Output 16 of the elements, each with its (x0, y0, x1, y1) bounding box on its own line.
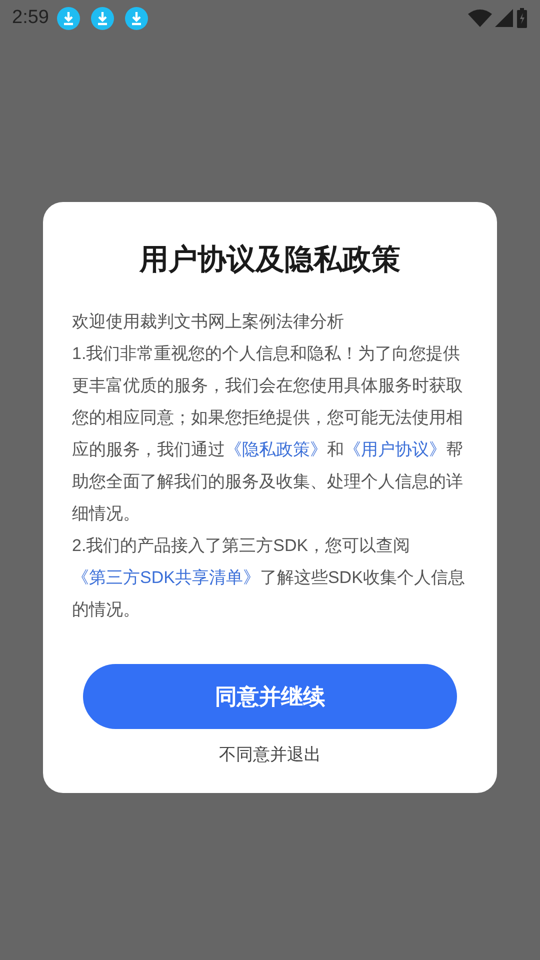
policy-link[interactable]: 《第三方SDK共享清单》 (72, 568, 260, 587)
signal-icon (495, 9, 513, 27)
dialog-title: 用户协议及隐私政策 (140, 242, 400, 278)
paragraph: 2.我们的产品接入了第三方SDK，您可以查阅 《第三方SDK共享清单》了解这些SDK收集个人信息的情况。 (72, 535, 466, 621)
policy-link[interactable]: 《用户协议》 (344, 440, 446, 459)
battery-icon (516, 8, 528, 28)
download-icon (56, 6, 80, 30)
download-icon (90, 6, 114, 30)
paragraph: 1.我们非常重视您的个人信息和隐私！为了向您提供更丰富优质的服务，我们会在您使用具体服务时获取您的相应同意；如果您拒绝提供，您可能无法使用相应的服务，我们通过《隐私政策》和《用户协议》帮助您全面了解我们的服务及收集、处理个人信息的详细情况。 (72, 343, 464, 525)
download-icon (124, 6, 148, 30)
agree-button[interactable]: 同意并继续 (83, 664, 457, 729)
decline-link[interactable]: 不同意并退出 (219, 743, 321, 767)
wifi-icon (468, 9, 492, 27)
status-time: 2:59 (12, 6, 49, 30)
policy-link[interactable]: 《隐私政策》 (225, 440, 327, 459)
paragraph: 欢迎使用裁判文书网上案例法律分析 (72, 311, 345, 333)
